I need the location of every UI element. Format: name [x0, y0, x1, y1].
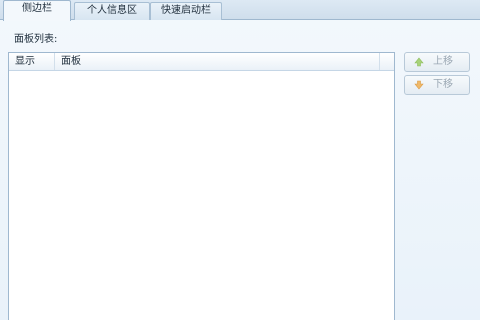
- list-header: 显示 面板: [9, 53, 394, 71]
- tab-bar: 侧边栏 个人信息区 快速启动栏: [0, 0, 480, 21]
- panel-list-label: 面板列表:: [14, 34, 58, 45]
- column-header-show[interactable]: 显示: [9, 53, 55, 70]
- panel-list[interactable]: 显示 面板: [8, 52, 395, 320]
- tab-sidebar[interactable]: 侧边栏: [3, 0, 71, 21]
- move-up-label: 上移: [433, 56, 453, 67]
- column-header-panel[interactable]: 面板: [55, 53, 380, 70]
- move-down-button[interactable]: 下移: [404, 75, 470, 95]
- settings-window: 侧边栏 个人信息区 快速启动栏 面板列表: 显示 面板 上移 下移: [0, 0, 480, 320]
- tab-quick-launch[interactable]: 快速启动栏: [150, 2, 222, 20]
- move-down-label: 下移: [433, 79, 453, 90]
- list-body[interactable]: [9, 71, 394, 320]
- arrow-up-icon: [414, 57, 424, 67]
- tab-profile-area[interactable]: 个人信息区: [74, 2, 150, 20]
- column-header-filler: [380, 53, 394, 70]
- arrow-down-icon: [414, 80, 424, 90]
- move-up-button[interactable]: 上移: [404, 52, 470, 72]
